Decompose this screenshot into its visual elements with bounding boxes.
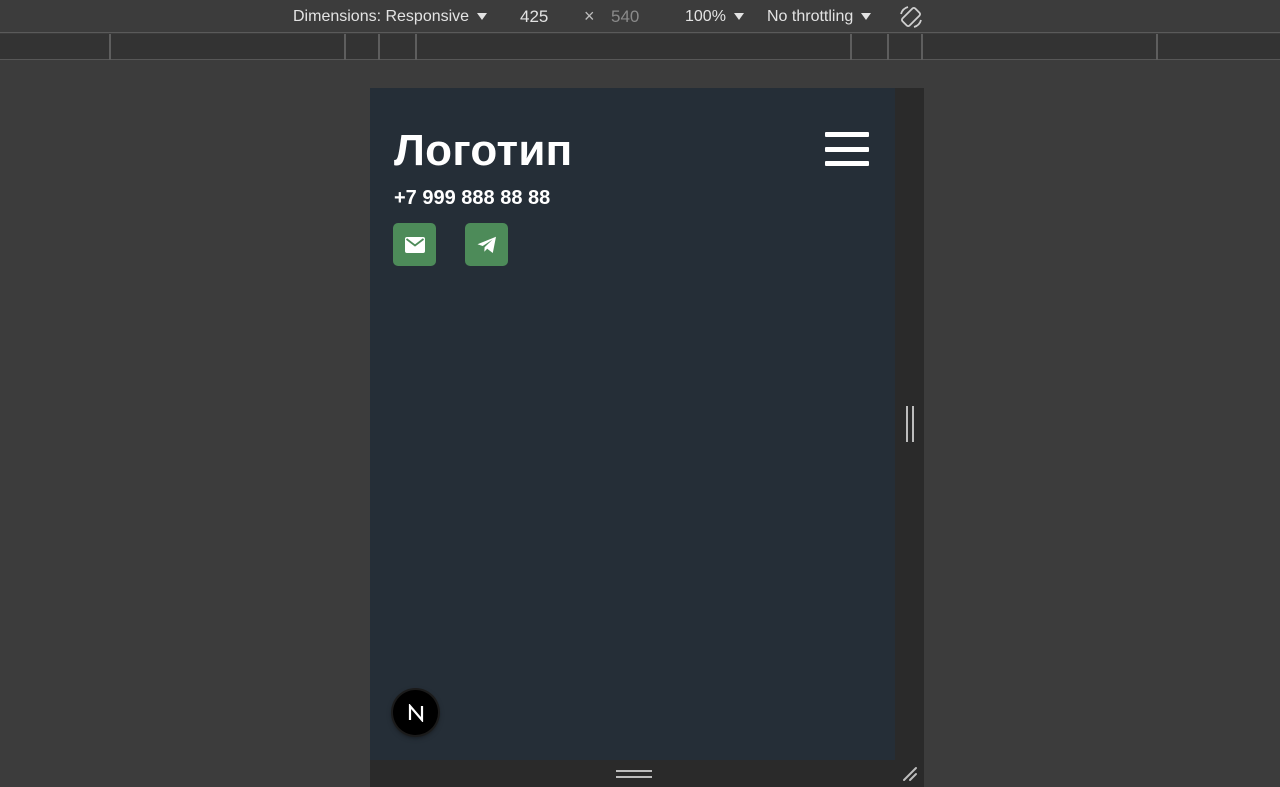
menu-bar — [825, 132, 869, 137]
dimensions-label: Dimensions: Responsive — [293, 7, 470, 25]
right-resize-handle[interactable] — [895, 88, 924, 760]
vertical-grip-icon[interactable] — [906, 406, 914, 442]
ruler-tick — [850, 34, 852, 60]
rotate-icon — [900, 5, 922, 28]
site-logo[interactable]: Логотип — [394, 126, 573, 176]
dimensions-dropdown[interactable]: Dimensions: Responsive — [293, 0, 488, 33]
horizontal-grip-icon[interactable] — [616, 770, 652, 778]
telegram-icon — [477, 236, 496, 253]
throttling-label: No throttling — [767, 7, 854, 25]
mail-icon — [404, 236, 425, 253]
ruler-tick — [415, 34, 417, 60]
phone-number[interactable]: +7 999 888 88 88 — [394, 187, 550, 210]
email-button[interactable] — [393, 223, 436, 266]
nextjs-dev-indicator[interactable] — [393, 690, 438, 735]
zoom-label: 100% — [685, 7, 726, 25]
chevron-down-icon — [861, 13, 872, 20]
hamburger-menu-icon[interactable] — [825, 132, 869, 166]
chevron-down-icon — [733, 13, 744, 20]
device-toolbar: Dimensions: Responsive 425 × 540 100% No… — [0, 0, 1280, 33]
ruler-tick — [1156, 34, 1158, 60]
telegram-button[interactable] — [465, 223, 508, 266]
ruler-tick — [344, 34, 346, 60]
device-viewport: Логотип +7 999 888 88 88 — [370, 88, 895, 760]
ruler-tick — [378, 34, 380, 60]
corner-resize-handle[interactable] — [895, 760, 924, 787]
ruler-tick — [921, 34, 923, 60]
ruler-tick — [887, 34, 889, 60]
nextjs-logo-icon — [408, 703, 423, 722]
menu-bar — [825, 146, 869, 152]
media-query-ruler[interactable] — [0, 34, 1280, 60]
height-input[interactable]: 540 — [611, 0, 639, 33]
ruler-tick — [109, 34, 111, 60]
zoom-dropdown[interactable]: 100% — [685, 0, 744, 33]
rotate-button[interactable] — [898, 0, 924, 33]
throttling-dropdown[interactable]: No throttling — [767, 0, 872, 33]
chevron-down-icon — [477, 13, 488, 20]
resize-corner-icon — [903, 767, 917, 781]
bottom-resize-handle[interactable] — [370, 760, 895, 787]
width-input[interactable]: 425 — [520, 0, 548, 33]
times-separator: × — [584, 6, 595, 26]
menu-bar — [825, 161, 869, 166]
